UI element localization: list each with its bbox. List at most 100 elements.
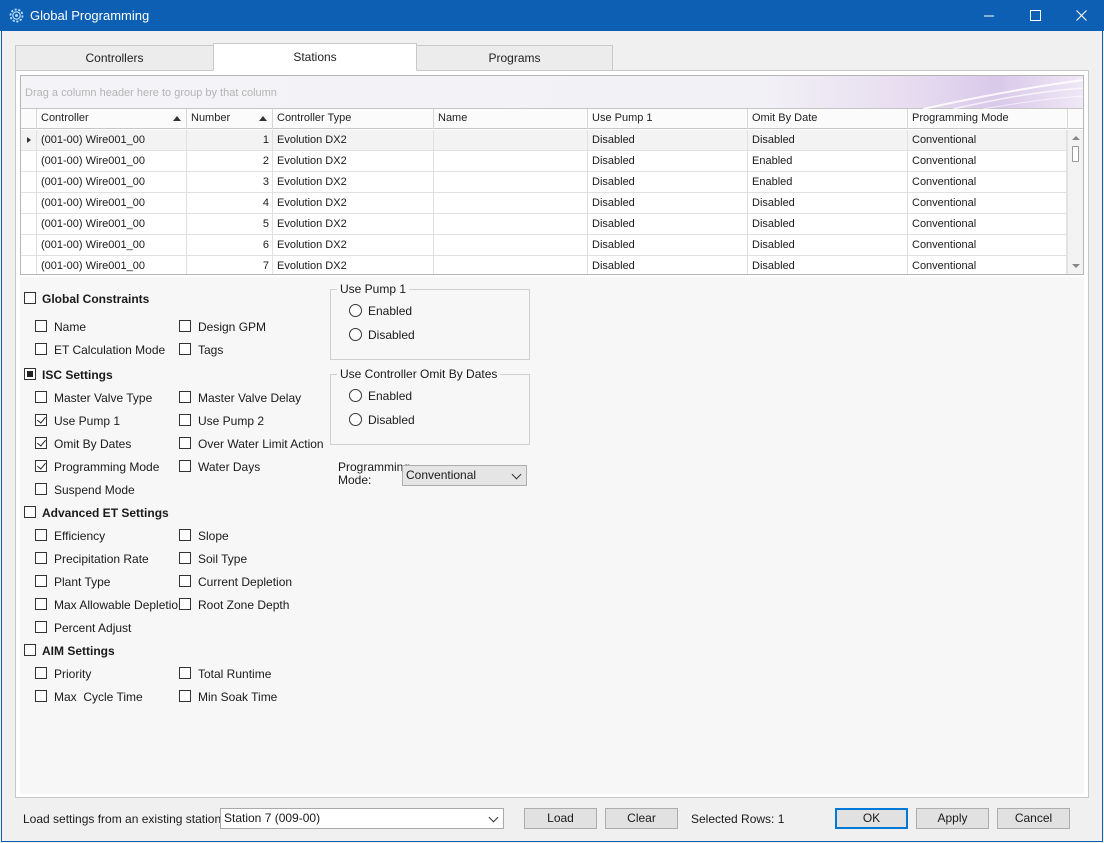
cell-programming-mode[interactable]: Conventional — [908, 235, 1067, 255]
cell-name[interactable] — [434, 235, 588, 255]
name-checkbox[interactable] — [35, 320, 47, 332]
plant-type-checkbox[interactable] — [35, 575, 47, 587]
column-header-controller-type[interactable]: Controller Type — [273, 109, 434, 129]
omit-enabled-radio[interactable] — [349, 389, 362, 402]
aim-settings-checkbox[interactable] — [24, 644, 36, 656]
tab-controllers[interactable]: Controllers — [15, 45, 214, 71]
water-days-checkbox[interactable] — [179, 460, 191, 472]
cell-controller[interactable]: (001-00) Wire001_00 — [37, 130, 187, 150]
tab-programs[interactable]: Programs — [416, 45, 613, 71]
cell-controller-type[interactable]: Evolution DX2 — [273, 130, 434, 150]
cell-number[interactable]: 7 — [187, 256, 273, 274]
cell-name[interactable] — [434, 256, 588, 274]
cell-omit-by-date[interactable]: Disabled — [748, 214, 908, 234]
table-row[interactable]: (001-00) Wire001_00 2 Evolution DX2 Disable… — [21, 151, 1067, 172]
load-button[interactable]: Load — [524, 808, 597, 829]
row-indicator[interactable] — [21, 214, 37, 234]
cell-number[interactable]: 2 — [187, 151, 273, 171]
cell-omit-by-date[interactable]: Disabled — [748, 193, 908, 213]
global-constraints-checkbox[interactable] — [24, 292, 36, 304]
cell-controller-type[interactable]: Evolution DX2 — [273, 151, 434, 171]
cell-use-pump-1[interactable]: Disabled — [588, 193, 748, 213]
current-depletion-checkbox[interactable] — [179, 575, 191, 587]
programming-mode-checkbox[interactable] — [35, 460, 47, 472]
cell-controller[interactable]: (001-00) Wire001_00 — [37, 151, 187, 171]
row-indicator[interactable] — [21, 256, 37, 274]
scroll-up-icon[interactable] — [1072, 136, 1080, 140]
station-select[interactable]: Station 7 (009-00) — [220, 808, 504, 829]
min-soak-time-checkbox[interactable] — [179, 690, 191, 702]
cell-use-pump-1[interactable]: Disabled — [588, 235, 748, 255]
design-gpm-checkbox[interactable] — [179, 320, 191, 332]
slope-checkbox[interactable] — [179, 529, 191, 541]
table-row[interactable]: (001-00) Wire001_00 4 Evolution DX2 Disable… — [21, 193, 1067, 214]
minimize-button[interactable] — [966, 0, 1012, 31]
cell-programming-mode[interactable]: Conventional — [908, 193, 1067, 213]
cell-use-pump-1[interactable]: Disabled — [588, 130, 748, 150]
use-pump-1-checkbox[interactable] — [35, 414, 47, 426]
cell-use-pump-1[interactable]: Disabled — [588, 256, 748, 274]
cell-use-pump-1[interactable]: Disabled — [588, 214, 748, 234]
cell-name[interactable] — [434, 151, 588, 171]
et-calculation-mode-checkbox[interactable] — [35, 343, 47, 355]
root-zone-depth-checkbox[interactable] — [179, 598, 191, 610]
master-valve-delay-checkbox[interactable] — [179, 391, 191, 403]
priority-checkbox[interactable] — [35, 667, 47, 679]
table-row[interactable]: (001-00) Wire001_00 6 Evolution DX2 Disable… — [21, 235, 1067, 256]
cell-programming-mode[interactable]: Conventional — [908, 172, 1067, 192]
tags-checkbox[interactable] — [179, 343, 191, 355]
cell-omit-by-date[interactable]: Disabled — [748, 256, 908, 274]
cell-programming-mode[interactable]: Conventional — [908, 214, 1067, 234]
max-allowable-depletion-checkbox[interactable] — [35, 598, 47, 610]
tab-stations[interactable]: Stations — [213, 43, 417, 71]
vertical-scrollbar[interactable] — [1067, 130, 1083, 274]
scroll-down-icon[interactable] — [1072, 264, 1080, 268]
cell-number[interactable]: 6 — [187, 235, 273, 255]
cell-omit-by-date[interactable]: Disabled — [748, 235, 908, 255]
soil-type-checkbox[interactable] — [179, 552, 191, 564]
column-header-controller[interactable]: Controller — [37, 109, 187, 129]
group-by-panel[interactable]: Drag a column header here to group by th… — [21, 76, 1083, 109]
omit-by-dates-checkbox[interactable] — [35, 437, 47, 449]
cell-controller-type[interactable]: Evolution DX2 — [273, 235, 434, 255]
cell-controller-type[interactable]: Evolution DX2 — [273, 172, 434, 192]
cell-use-pump-1[interactable]: Disabled — [588, 172, 748, 192]
cell-controller-type[interactable]: Evolution DX2 — [273, 193, 434, 213]
cell-controller-type[interactable]: Evolution DX2 — [273, 214, 434, 234]
column-header-programming-mode[interactable]: Programming Mode — [908, 109, 1068, 129]
use-pump-2-checkbox[interactable] — [179, 414, 191, 426]
suspend-mode-checkbox[interactable] — [35, 483, 47, 495]
master-valve-type-checkbox[interactable] — [35, 391, 47, 403]
cell-name[interactable] — [434, 193, 588, 213]
advanced-et-settings-checkbox[interactable] — [24, 506, 36, 518]
cell-name[interactable] — [434, 214, 588, 234]
clear-button[interactable]: Clear — [605, 808, 678, 829]
column-header-use-pump-1[interactable]: Use Pump 1 — [588, 109, 748, 129]
row-indicator[interactable] — [21, 130, 37, 150]
cell-programming-mode[interactable]: Conventional — [908, 151, 1067, 171]
omit-disabled-radio[interactable] — [349, 413, 362, 426]
over-water-limit-action-checkbox[interactable] — [179, 437, 191, 449]
cell-controller[interactable]: (001-00) Wire001_00 — [37, 235, 187, 255]
cancel-button[interactable]: Cancel — [997, 808, 1070, 829]
max-cycle-time-checkbox[interactable] — [35, 690, 47, 702]
table-row[interactable]: (001-00) Wire001_00 5 Evolution DX2 Disable… — [21, 214, 1067, 235]
use-pump-disabled-radio[interactable] — [349, 328, 362, 341]
maximize-button[interactable] — [1012, 0, 1058, 31]
cell-programming-mode[interactable]: Conventional — [908, 130, 1067, 150]
cell-name[interactable] — [434, 130, 588, 150]
total-runtime-checkbox[interactable] — [179, 667, 191, 679]
table-row[interactable]: (001-00) Wire001_00 3 Evolution DX2 Disable… — [21, 172, 1067, 193]
apply-button[interactable]: Apply — [916, 808, 989, 829]
cell-number[interactable]: 3 — [187, 172, 273, 192]
efficiency-checkbox[interactable] — [35, 529, 47, 541]
cell-controller[interactable]: (001-00) Wire001_00 — [37, 172, 187, 192]
table-row[interactable]: (001-00) Wire001_00 7 Evolution DX2 Disable… — [21, 256, 1067, 274]
cell-omit-by-date[interactable]: Disabled — [748, 130, 908, 150]
scroll-thumb[interactable] — [1072, 146, 1079, 162]
table-row[interactable]: (001-00) Wire001_00 1 Evolution DX2 Disable… — [21, 130, 1067, 151]
cell-number[interactable]: 5 — [187, 214, 273, 234]
use-pump-enabled-radio[interactable] — [349, 304, 362, 317]
cell-number[interactable]: 4 — [187, 193, 273, 213]
cell-controller[interactable]: (001-00) Wire001_00 — [37, 193, 187, 213]
